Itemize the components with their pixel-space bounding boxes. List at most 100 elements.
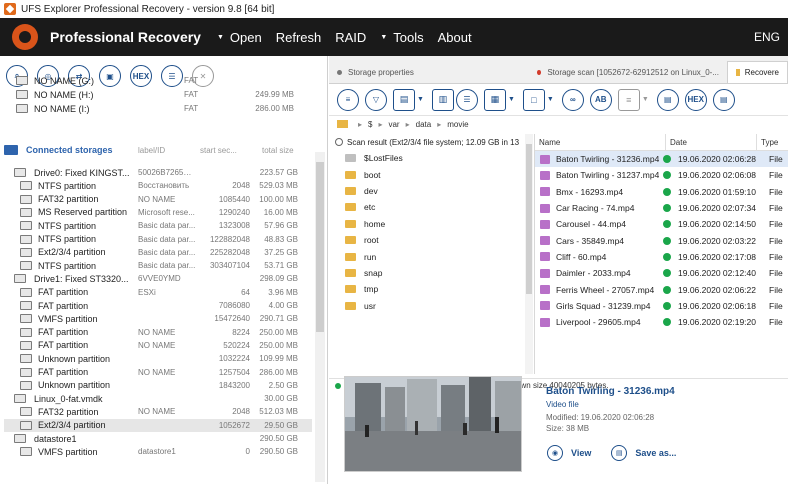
partition-row[interactable]: NTFS partition Восстановить 2048 529.03 MB [4,179,312,192]
folder-item[interactable]: $LostFiles [329,150,533,166]
partition-row[interactable]: Unknown partition 1032224 109.99 MB [4,352,312,365]
chevron-down-icon[interactable]: ▼ [642,96,649,103]
chevron-down-icon[interactable]: ▼ [547,96,554,103]
folder-item[interactable]: boot [329,166,533,182]
tab-storage-scan[interactable]: Storage scan [1052672-62912512 on Linux_… [529,61,727,83]
partition-row[interactable]: FAT partition ESXi 64 3.96 MB [4,286,312,299]
filter-icon[interactable]: ▽ [365,88,387,111]
storage-row[interactable]: NO NAME (I:) FAT 286.00 MB [0,102,308,115]
file-row[interactable]: Baton Twirling - 31236.mp4 19.06.2020 02:… [535,151,788,168]
drive-icon [16,90,28,99]
folder-item[interactable]: etc [329,199,533,215]
folder-item[interactable]: home [329,216,533,232]
column-name[interactable]: Name [535,133,666,151]
language-selector[interactable]: ENG [754,30,780,44]
status-dot-icon [663,269,671,278]
options-icon[interactable]: ≡ [337,88,359,111]
partition-icon [20,340,32,350]
scan-result-header[interactable]: Scan result (Ext2/3/4 file system; 12.09… [329,134,533,150]
partition-row[interactable]: Unknown partition 1843200 2.50 GB [4,379,312,392]
file-row[interactable]: Girls Squad - 31239.mp4 19.06.2020 02:06:… [535,298,788,314]
chevron-down-icon[interactable]: ▼ [508,96,515,103]
list-view-icon[interactable]: ☰ [455,88,478,111]
partition-row[interactable]: FAT partition 7086080 4.00 GB [4,299,312,312]
folder-item[interactable]: root [329,232,533,248]
partition-row[interactable]: NTFS partition Basic data par... 303407104… [4,259,312,272]
folder-icon [345,285,356,294]
partition-row[interactable]: NTFS partition Basic data par... 122882048… [4,233,312,246]
partition-icon [20,314,32,324]
partition-row[interactable]: FAT partition NO NAME 1257504 286.00 MB [4,366,312,379]
menu-open[interactable]: ▼ Open [217,30,262,45]
folder-icon [345,170,356,179]
tree-scrollbar[interactable] [525,134,533,374]
column-type[interactable]: Type [757,138,778,147]
chevron-down-icon[interactable]: ▼ [417,96,424,103]
panel-icon[interactable]: □ [522,88,545,111]
video-preview[interactable] [344,376,522,472]
partition-icon [20,234,32,244]
storage-row[interactable]: NO NAME (G:) FAT [0,74,308,87]
file-row[interactable]: Cliff - 60.mp4 19.06.2020 02:17:08 File [535,249,788,265]
menu-refresh[interactable]: Refresh [276,30,322,45]
partition-row[interactable]: FAT partition NO NAME 8224 250.00 MB [4,326,312,339]
file-row[interactable]: Bmx - 16293.mp4 19.06.2020 01:59:10 File [535,184,788,200]
menu-raid[interactable]: RAID [335,30,366,45]
partition-row[interactable]: FAT32 partition NO NAME 2048 512.03 MB [4,405,312,418]
status-dot-icon [663,155,671,164]
file-row[interactable]: Baton Twirling - 31237.mp4 19.06.2020 02:… [535,167,788,183]
partition-icon [20,327,32,337]
storage-drive-row[interactable]: Drive1: Fixed ST3320... 6VVE0YMD 298.09 GB [4,272,312,285]
drive-icon [14,434,26,443]
file-row[interactable]: Ferris Wheel - 27057.mp4 19.06.2020 02:06… [535,281,788,297]
storage-row[interactable]: NO NAME (H:) FAT 249.99 MB [0,88,308,101]
menu-about[interactable]: About [438,30,472,45]
browser-toolbar: ≡ ▽ ▤ ▼ ▥ ☰ ▦ ▼ □ ▼ ∞ AB ≡ ▼ ▤ HEX ▤ [329,84,788,116]
tab-recovered[interactable]: Recovere [727,61,788,83]
breadcrumb-item[interactable]: var [388,120,399,129]
tab-storage-properties[interactable]: Storage properties [329,61,529,83]
breadcrumb-item[interactable]: movie [447,120,468,129]
storage-drive-row[interactable]: Linux_0-fat.vmdk 30.00 GB [4,392,312,405]
binoculars-icon[interactable]: ∞ [561,88,584,111]
text-search-icon[interactable]: AB [589,88,612,111]
folder-item[interactable]: tmp [329,281,533,297]
app-header: Professional Recovery ▼ Open Refresh RAID… [0,18,788,56]
storage-drive-row[interactable]: datastore1 290.50 GB [4,432,312,445]
storage-drive-row[interactable]: Drive0: Fixed KINGST... 50026B7265… 223.57… [4,166,312,179]
partition-row[interactable]: VMFS partition datastore1 0 290.50 GB [4,445,312,458]
partition-row[interactable]: Ext2/3/4 partition 1052672 29.50 GB [4,418,312,432]
properties-icon[interactable]: ≡ [617,88,640,111]
breadcrumb-item[interactable]: data [416,120,432,129]
partition-row[interactable]: NTFS partition Basic data par... 1323008 57… [4,219,312,232]
folder-item[interactable]: usr [329,298,533,314]
file-row[interactable]: Carousel - 44.mp4 19.06.2020 02:14:50 File [535,216,788,232]
partition-row[interactable]: FAT partition NO NAME 520224 250.00 MB [4,339,312,352]
preview-info: Baton Twirling - 31236.mp4 Video file Mo… [546,386,675,435]
grid-view-icon[interactable]: ▦ [483,88,506,111]
folder-item[interactable]: run [329,248,533,264]
save-list-icon[interactable]: ▥ [431,88,454,111]
file-row[interactable]: Car Racing - 74.mp4 19.06.2020 02:07:34 Fi… [535,200,788,216]
file-row[interactable]: Liverpool - 29605.mp4 19.06.2020 02:19:20… [535,314,788,330]
print-icon[interactable]: ▤ [712,88,735,111]
breadcrumb-item[interactable]: $ [368,120,372,129]
hex-view-icon[interactable]: HEX [684,88,707,111]
file-row[interactable]: Daimler - 2033.mp4 19.06.2020 02:12:40 Fil… [535,265,788,281]
document-icon[interactable]: ▤ [656,88,679,111]
partition-row[interactable]: FAT32 partition NO NAME 1085440 100.00 MB [4,193,312,206]
menu-tools[interactable]: ▼ Tools [380,30,423,45]
partition-row[interactable]: MS Reserved partition Microsoft rese... 12… [4,206,312,219]
file-row[interactable]: Cars - 35849.mp4 19.06.2020 02:03:22 File [535,232,788,248]
status-dot-icon [663,252,671,261]
app-icon [4,3,16,15]
folder-item[interactable]: snap [329,265,533,281]
partition-row[interactable]: Ext2/3/4 partition Basic data par... 22528… [4,246,312,259]
save-icon[interactable]: ▤ [393,88,415,111]
folder-item[interactable]: dev [329,183,533,199]
left-scrollbar[interactable] [315,152,325,482]
save-as-button[interactable]: ▤ Save as... [611,445,676,461]
view-button[interactable]: ◉ View [547,445,591,461]
partition-row[interactable]: VMFS partition 15472640 290.71 GB [4,312,312,325]
column-date[interactable]: Date [666,133,757,151]
